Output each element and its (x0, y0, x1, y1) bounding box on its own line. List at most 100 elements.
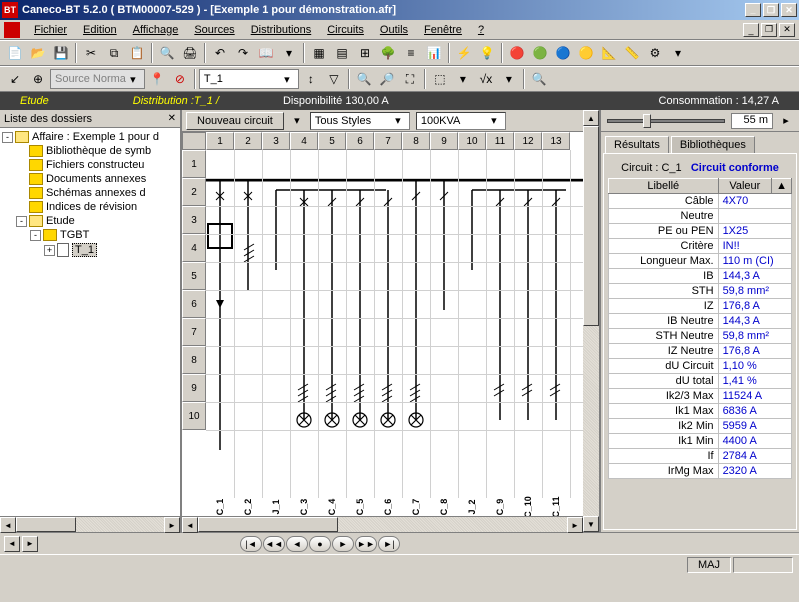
maximize-button[interactable]: ❐ (763, 3, 779, 17)
tree-toggle-icon[interactable]: - (16, 216, 27, 227)
grid-icon[interactable]: ▦ (308, 42, 330, 64)
bottom-scroll-right-icon[interactable]: ► (22, 536, 38, 552)
table-row[interactable]: If2784 A (609, 449, 792, 464)
book-icon[interactable]: 📖 (255, 42, 277, 64)
table-row[interactable]: STH Neutre59,8 mm² (609, 329, 792, 344)
calc8-icon[interactable]: ▾ (667, 42, 689, 64)
col-header[interactable]: 11 (486, 132, 514, 150)
source-combo[interactable]: Source Norma▾ (50, 69, 145, 89)
menu-sources[interactable]: Sources (186, 22, 242, 38)
schematic-v-scrollbar[interactable]: ▲ ▼ (583, 110, 599, 532)
scroll-left-icon[interactable]: ◄ (0, 517, 16, 533)
zoom-in-icon[interactable]: 🔍 (353, 68, 375, 90)
calc7-icon[interactable]: ⚙ (644, 42, 666, 64)
mdi-restore-button[interactable]: ❐ (761, 23, 777, 37)
tab-bibliotheques[interactable]: Bibliothèques (671, 136, 755, 153)
row-header[interactable]: 2 (182, 178, 206, 206)
calc3-icon[interactable]: 🔵 (552, 42, 574, 64)
copy-icon[interactable]: ⧉ (103, 42, 125, 64)
row-header[interactable]: 6 (182, 290, 206, 318)
schematic-grid[interactable]: 12345678910111213 12345678910 (182, 132, 583, 516)
tab-resultats[interactable]: Résultats (605, 136, 669, 153)
tree-item[interactable]: Bibliothèque de symb (2, 144, 178, 158)
tool2-icon[interactable]: ▾ (452, 68, 474, 90)
tree-toggle-icon[interactable]: + (44, 245, 55, 256)
calc5-icon[interactable]: 📐 (598, 42, 620, 64)
col-scroll-up-icon[interactable]: ▲ (772, 179, 792, 194)
forward-icon[interactable]: ►► (355, 536, 377, 552)
menu-fenetre[interactable]: Fenêtre (416, 22, 470, 38)
col-header[interactable]: 1 (206, 132, 234, 150)
scroll-left-icon[interactable]: ◄ (182, 517, 198, 533)
tree-close-icon[interactable]: ✕ (168, 113, 176, 124)
pin-icon[interactable]: 📍 (146, 68, 168, 90)
col-header[interactable]: 10 (458, 132, 486, 150)
calc6-icon[interactable]: 📏 (621, 42, 643, 64)
table-row[interactable]: STH59,8 mm² (609, 284, 792, 299)
row-header[interactable]: 8 (182, 346, 206, 374)
filter-icon[interactable]: ▽ (323, 68, 345, 90)
table-row[interactable]: dU Circuit1,10 % (609, 359, 792, 374)
minimize-button[interactable]: _ (745, 3, 761, 17)
row-header[interactable]: 7 (182, 318, 206, 346)
search-icon[interactable]: 🔍 (528, 68, 550, 90)
tree-item[interactable]: -Etude (2, 214, 178, 228)
col-header[interactable]: 2 (234, 132, 262, 150)
col-libelle[interactable]: Libellé (609, 179, 719, 194)
tree-view[interactable]: -Affaire : Exemple 1 pour dBibliothèque … (0, 128, 180, 516)
lamp-icon[interactable]: 💡 (476, 42, 498, 64)
col-header[interactable]: 4 (290, 132, 318, 150)
open-icon[interactable]: 📂 (27, 42, 49, 64)
table-row[interactable]: Ik2/3 Max11524 A (609, 389, 792, 404)
table-row[interactable]: IZ Neutre176,8 A (609, 344, 792, 359)
col-header[interactable]: 5 (318, 132, 346, 150)
cut-icon[interactable]: ✂ (80, 42, 102, 64)
zoom-out-icon[interactable]: 🔎 (376, 68, 398, 90)
play-icon[interactable]: ● (309, 536, 331, 552)
first-icon[interactable]: |◄ (240, 536, 262, 552)
dropdown-icon[interactable]: ▾ (278, 42, 300, 64)
mdi-minimize-button[interactable]: _ (743, 23, 759, 37)
styles-combo[interactable]: Tous Styles▾ (310, 112, 410, 130)
table-row[interactable]: IrMg Max2320 A (609, 464, 792, 479)
tree-icon[interactable]: 🌳 (377, 42, 399, 64)
tree-item[interactable]: Schémas annexes d (2, 186, 178, 200)
calc4-icon[interactable]: 🟡 (575, 42, 597, 64)
kva-combo[interactable]: 100KVA▾ (416, 112, 506, 130)
schematic-h-scrollbar[interactable]: ◄ ► (182, 516, 583, 532)
target-icon[interactable]: ⊕ (27, 68, 49, 90)
table-icon[interactable]: ▤ (331, 42, 353, 64)
formula-icon[interactable]: √x (475, 68, 497, 90)
nav1-icon[interactable]: ↙ (4, 68, 26, 90)
table-row[interactable]: IZ176,8 A (609, 299, 792, 314)
scroll-down-icon[interactable]: ▼ (583, 516, 599, 532)
table-row[interactable]: Ik2 Min5959 A (609, 419, 792, 434)
col-header[interactable]: 3 (262, 132, 290, 150)
table-row[interactable]: Ik1 Max6836 A (609, 404, 792, 419)
close-button[interactable]: ✕ (781, 3, 797, 17)
rewind-icon[interactable]: ◄◄ (263, 536, 285, 552)
list-icon[interactable]: ≡ (400, 42, 422, 64)
calc2-icon[interactable]: 🟢 (529, 42, 551, 64)
table-row[interactable]: PE ou PEN1X25 (609, 224, 792, 239)
tree-toggle-icon[interactable]: - (2, 132, 13, 143)
distance-spinner-icon[interactable]: ▸ (779, 114, 793, 127)
scroll-right-icon[interactable]: ► (567, 517, 583, 533)
table-row[interactable]: Câble4X70 (609, 194, 792, 209)
nouveau-circuit-button[interactable]: Nouveau circuit (186, 112, 284, 130)
distance-slider[interactable] (607, 119, 725, 123)
menu-help[interactable]: ? (470, 22, 492, 38)
bolt-icon[interactable]: ⚡ (453, 42, 475, 64)
undo-icon[interactable]: ↶ (209, 42, 231, 64)
table-row[interactable]: Longueur Max.110 m (CI) (609, 254, 792, 269)
tree-item[interactable]: -Affaire : Exemple 1 pour d (2, 130, 178, 144)
table-row[interactable]: CritèreIN!! (609, 239, 792, 254)
col-header[interactable]: 12 (514, 132, 542, 150)
row-header[interactable]: 5 (182, 262, 206, 290)
new-icon[interactable]: 📄 (4, 42, 26, 64)
scroll-right-icon[interactable]: ► (164, 517, 180, 533)
table-row[interactable]: IB Neutre144,3 A (609, 314, 792, 329)
schema-icon[interactable]: ⊞ (354, 42, 376, 64)
row-header[interactable]: 4 (182, 234, 206, 262)
col-header[interactable]: 8 (402, 132, 430, 150)
